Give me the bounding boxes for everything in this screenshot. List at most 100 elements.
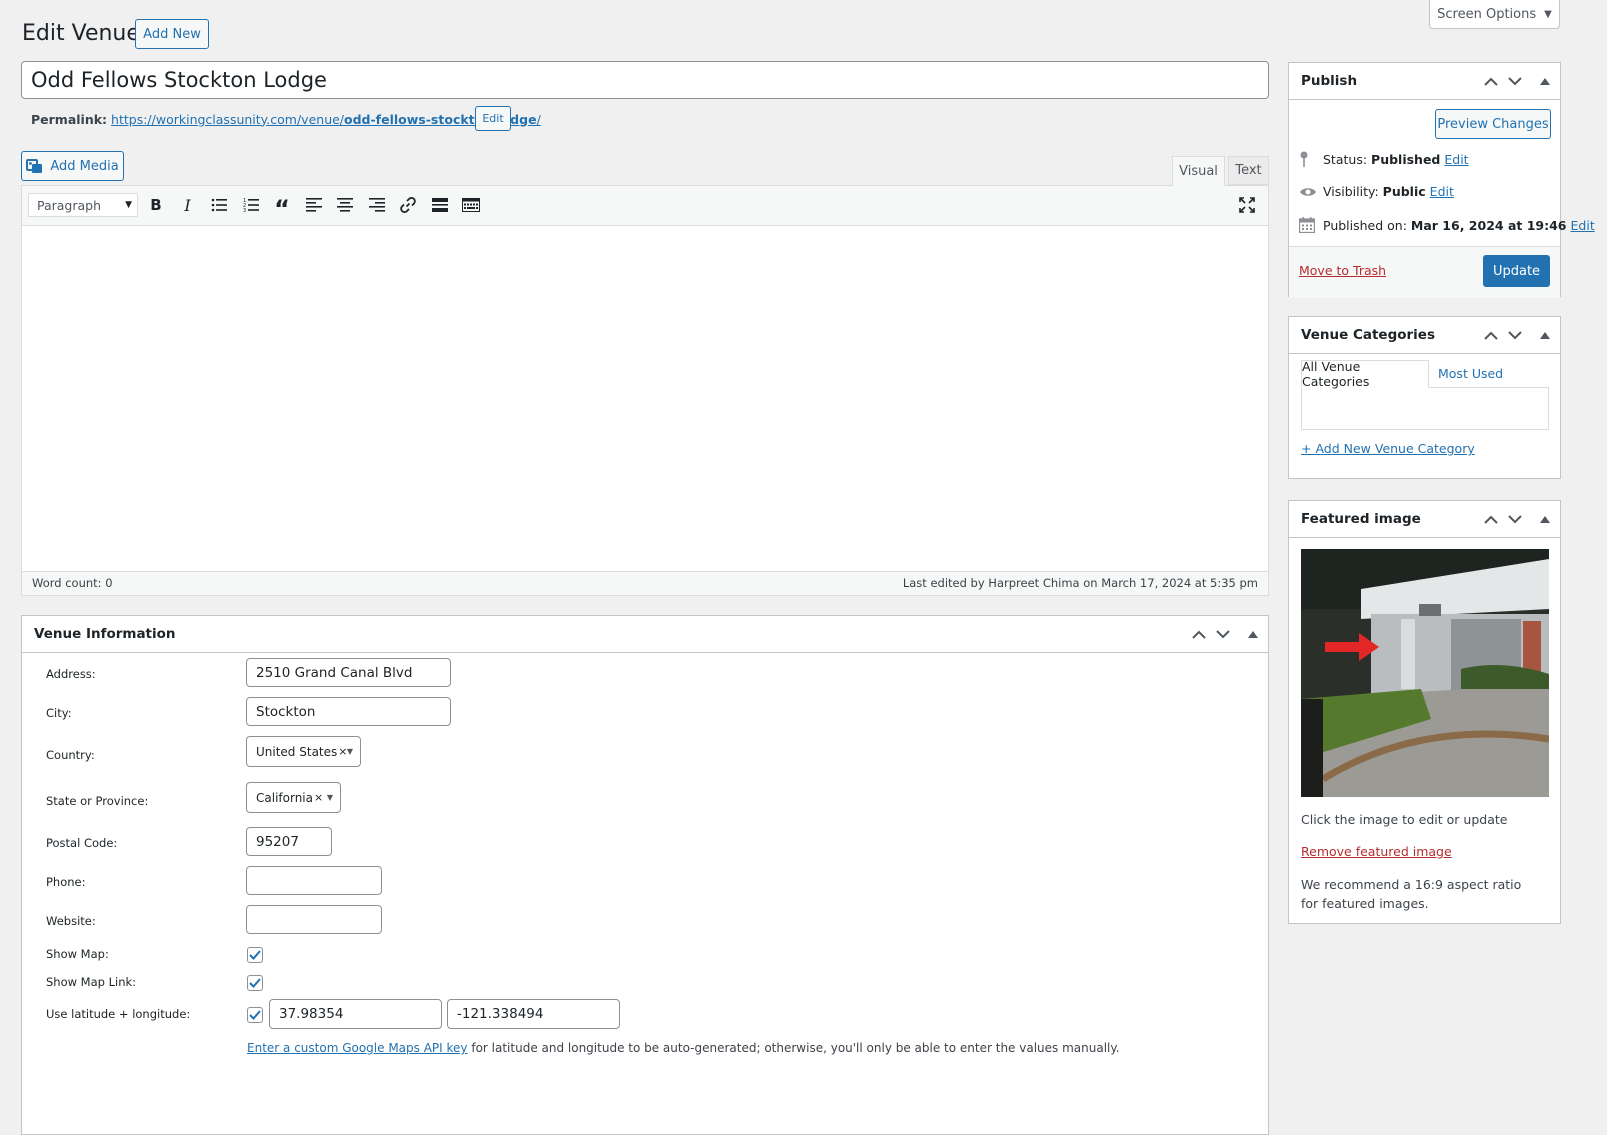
chevron-up-icon[interactable] (1192, 630, 1206, 639)
visibility-label: Visibility: (1323, 184, 1383, 199)
permalink-edit-button[interactable]: Edit (475, 106, 511, 131)
pin-icon (1299, 151, 1317, 167)
caret-down-icon: ▼ (1544, 8, 1552, 20)
update-button[interactable]: Update (1483, 255, 1550, 287)
city-input[interactable]: Stockton (246, 697, 451, 726)
preview-changes-button[interactable]: Preview Changes (1435, 109, 1551, 139)
clear-icon[interactable]: × (314, 791, 323, 804)
caret-down-icon: ▼ (326, 793, 333, 802)
chevron-down-icon[interactable] (1216, 629, 1230, 639)
api-note: Enter a custom Google Maps API key for l… (247, 1041, 1120, 1055)
tab-visual[interactable]: Visual (1172, 156, 1225, 186)
eye-icon (1299, 186, 1317, 198)
screen-options-button[interactable]: Screen Options ▼ (1429, 0, 1560, 29)
collapse-toggle-icon[interactable] (1540, 77, 1550, 85)
chevron-up-icon[interactable] (1484, 515, 1498, 524)
move-to-trash-link[interactable]: Move to Trash (1299, 263, 1386, 278)
bullet-list-icon[interactable] (208, 194, 230, 216)
status-label: Status: (1323, 151, 1372, 167)
tab-all-label: All Venue Categories (1302, 359, 1370, 389)
categories-list[interactable] (1301, 387, 1549, 430)
collapse-toggle-icon[interactable] (1540, 331, 1550, 339)
box-controls (1484, 317, 1550, 353)
remove-featured-image-link[interactable]: Remove featured image (1301, 844, 1452, 859)
show-map-link-label: Show Map Link: (46, 975, 137, 989)
show-map-link-checkbox[interactable] (247, 975, 263, 991)
city-label: City: (46, 706, 72, 720)
address-input[interactable]: 2510 Grand Canal Blvd (246, 658, 451, 687)
latitude-input[interactable]: 37.98354 (269, 999, 442, 1029)
format-select[interactable]: Paragraph ▼ (28, 193, 138, 217)
add-new-venue-category-link[interactable]: + Add New Venue Category (1301, 441, 1475, 456)
published-on-row: Published on: Mar 16, 2024 at 19:46 Edit (1299, 217, 1595, 233)
tab-all-venue-categories[interactable]: All Venue Categories (1301, 359, 1429, 389)
toolbar-buttons: B I 123 “ (145, 194, 482, 221)
website-label: Website: (46, 914, 96, 928)
tab-most-used[interactable]: Most Used (1438, 366, 1503, 381)
post-title-text: Odd Fellows Stockton Lodge (31, 68, 327, 92)
bold-icon[interactable]: B (145, 194, 167, 216)
show-map-checkbox[interactable] (247, 947, 263, 963)
api-key-link[interactable]: Enter a custom Google Maps API key (247, 1041, 468, 1055)
status-row: Status: Published Edit (1299, 151, 1469, 167)
add-new-button[interactable]: Add New (135, 19, 209, 49)
last-edited: Last edited by Harpreet Chima on March 1… (902, 576, 1258, 590)
format-select-value: Paragraph (37, 197, 102, 213)
longitude-value: -121.338494 (457, 1006, 544, 1022)
blockquote-icon[interactable]: “ (271, 194, 293, 221)
toolbar-toggle-icon[interactable] (460, 194, 482, 216)
fullscreen-icon[interactable] (1236, 194, 1258, 216)
chevron-down-icon[interactable] (1508, 330, 1522, 340)
api-note-text: for latitude and longitude to be auto-ge… (467, 1041, 1120, 1055)
chevron-up-icon[interactable] (1484, 77, 1498, 86)
add-media-button[interactable]: Add Media (21, 151, 124, 181)
chevron-down-icon[interactable] (1508, 76, 1522, 86)
city-value: Stockton (256, 703, 316, 720)
latlng-label: Use latitude + longitude: (46, 1007, 191, 1021)
read-more-icon[interactable] (429, 194, 451, 216)
country-value: United States (256, 744, 338, 759)
longitude-input[interactable]: -121.338494 (447, 999, 620, 1029)
editor-content[interactable] (22, 226, 1268, 573)
permalink-prefix: https://workingclassunity.com/venue/ (111, 111, 345, 127)
chevron-up-icon[interactable] (1484, 331, 1498, 340)
editor: Paragraph ▼ B I 123 “ Word count: 0 Last… (21, 185, 1269, 596)
featured-image-thumbnail[interactable] (1301, 549, 1549, 797)
permalink-suffix: / (536, 111, 541, 127)
venue-information-title: Venue Information (34, 626, 176, 642)
collapse-toggle-icon[interactable] (1540, 515, 1550, 523)
caret-down-icon: ▼ (346, 747, 353, 756)
published-value: Mar 16, 2024 at 19:46 (1410, 217, 1567, 233)
website-input[interactable] (246, 905, 382, 934)
show-map-label: Show Map: (46, 947, 109, 961)
chevron-down-icon[interactable] (1508, 514, 1522, 524)
media-icon (26, 157, 44, 175)
numbered-list-icon[interactable]: 123 (240, 194, 262, 216)
align-center-icon[interactable] (334, 194, 356, 216)
checkmark-icon (249, 1010, 261, 1020)
postal-code-input[interactable]: 95207 (246, 827, 332, 856)
checkmark-icon (249, 950, 261, 960)
use-latlng-checkbox[interactable] (247, 1007, 263, 1023)
published-edit-link[interactable]: Edit (1571, 218, 1595, 233)
phone-input[interactable] (246, 866, 382, 895)
post-title-input[interactable]: Odd Fellows Stockton Lodge (21, 61, 1269, 99)
tab-text-label: Text (1235, 163, 1262, 178)
italic-icon[interactable]: I (177, 194, 199, 216)
postal-code-value: 95207 (256, 833, 299, 850)
status-edit-link[interactable]: Edit (1444, 152, 1468, 167)
collapse-toggle-icon[interactable] (1248, 630, 1258, 638)
featured-image-recommendation: We recommend a 16:9 aspect ratio for fea… (1301, 877, 1522, 911)
align-left-icon[interactable] (303, 194, 325, 216)
country-select[interactable]: United States × ▼ (246, 736, 361, 767)
featured-image-hint: Click the image to edit or update (1301, 812, 1508, 827)
link-icon[interactable] (397, 194, 419, 216)
svg-text:3: 3 (243, 208, 246, 212)
tab-text[interactable]: Text (1228, 156, 1269, 185)
align-right-icon[interactable] (366, 194, 388, 216)
box-controls (1192, 616, 1258, 652)
state-select[interactable]: California × ▼ (246, 782, 341, 813)
publish-header: Publish (1289, 63, 1560, 100)
visibility-edit-link[interactable]: Edit (1430, 184, 1454, 199)
permalink-label: Permalink: (31, 111, 108, 127)
